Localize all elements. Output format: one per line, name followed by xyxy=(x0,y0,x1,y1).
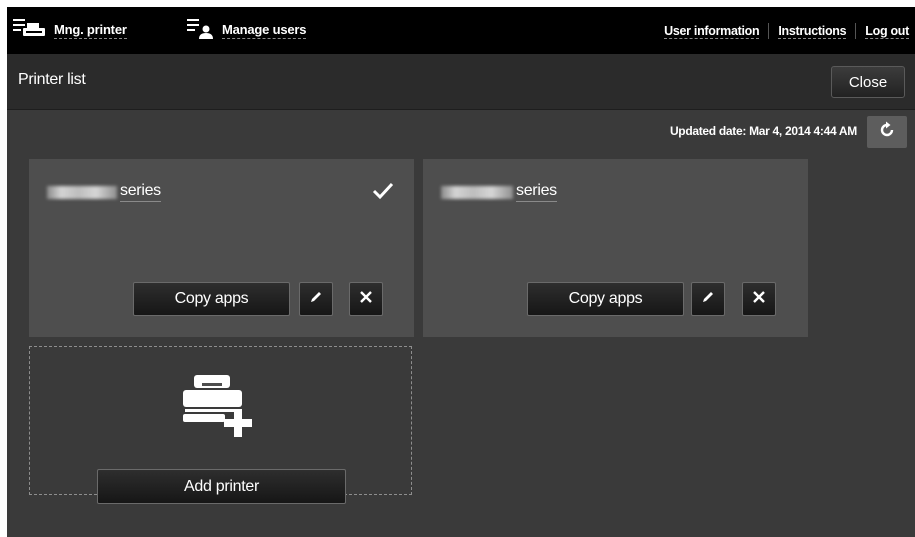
add-printer-button[interactable]: Add printer xyxy=(97,469,346,504)
app-window: Mng. printer Manage users User informati… xyxy=(7,7,915,537)
close-button[interactable]: Close xyxy=(831,66,905,98)
checkmark-icon xyxy=(372,182,394,205)
log-out-label: Log out xyxy=(865,23,909,39)
printer-card: series Copy apps xyxy=(29,159,414,337)
printer-name-link[interactable]: series xyxy=(47,182,161,202)
user-information-link[interactable]: User information xyxy=(655,23,768,39)
refresh-icon xyxy=(878,121,896,144)
page-header: Printer list Close xyxy=(7,54,915,110)
add-printer-icon xyxy=(180,373,254,444)
delete-printer-button[interactable] xyxy=(349,282,383,316)
nav-mng-printer-label: Mng. printer xyxy=(54,22,127,39)
printer-card: series Copy apps xyxy=(423,159,808,337)
pencil-icon xyxy=(701,290,715,309)
blurred-model-name xyxy=(441,185,513,199)
instructions-label: Instructions xyxy=(778,23,847,39)
close-x-icon xyxy=(360,290,372,308)
log-out-link[interactable]: Log out xyxy=(856,23,915,39)
instructions-link[interactable]: Instructions xyxy=(769,23,855,39)
nav-manage-users[interactable]: Manage users xyxy=(187,7,307,54)
user-list-icon xyxy=(187,18,215,43)
account-links: User information Instructions Log out xyxy=(655,7,915,54)
close-x-icon xyxy=(753,290,765,308)
copy-apps-button[interactable]: Copy apps xyxy=(527,282,684,316)
edit-printer-button[interactable] xyxy=(299,282,333,316)
delete-printer-button[interactable] xyxy=(742,282,776,316)
top-nav-bar: Mng. printer Manage users User informati… xyxy=(7,7,915,54)
add-printer-panel: Add printer xyxy=(29,346,412,504)
nav-manage-users-label: Manage users xyxy=(222,22,307,39)
printer-list-icon xyxy=(13,18,47,43)
copy-apps-button[interactable]: Copy apps xyxy=(133,282,290,316)
printer-name-label: series xyxy=(120,182,161,202)
edit-printer-button[interactable] xyxy=(691,282,725,316)
page-title: Printer list xyxy=(18,71,86,88)
nav-mng-printer[interactable]: Mng. printer xyxy=(13,7,127,54)
printer-name-link[interactable]: series xyxy=(441,182,557,202)
printer-name-label: series xyxy=(516,182,557,202)
refresh-button[interactable] xyxy=(867,116,907,148)
updated-date-text: Updated date: Mar 4, 2014 4:44 AM xyxy=(669,124,857,138)
pencil-icon xyxy=(309,290,323,309)
user-information-label: User information xyxy=(664,23,760,39)
blurred-model-name xyxy=(47,185,117,199)
